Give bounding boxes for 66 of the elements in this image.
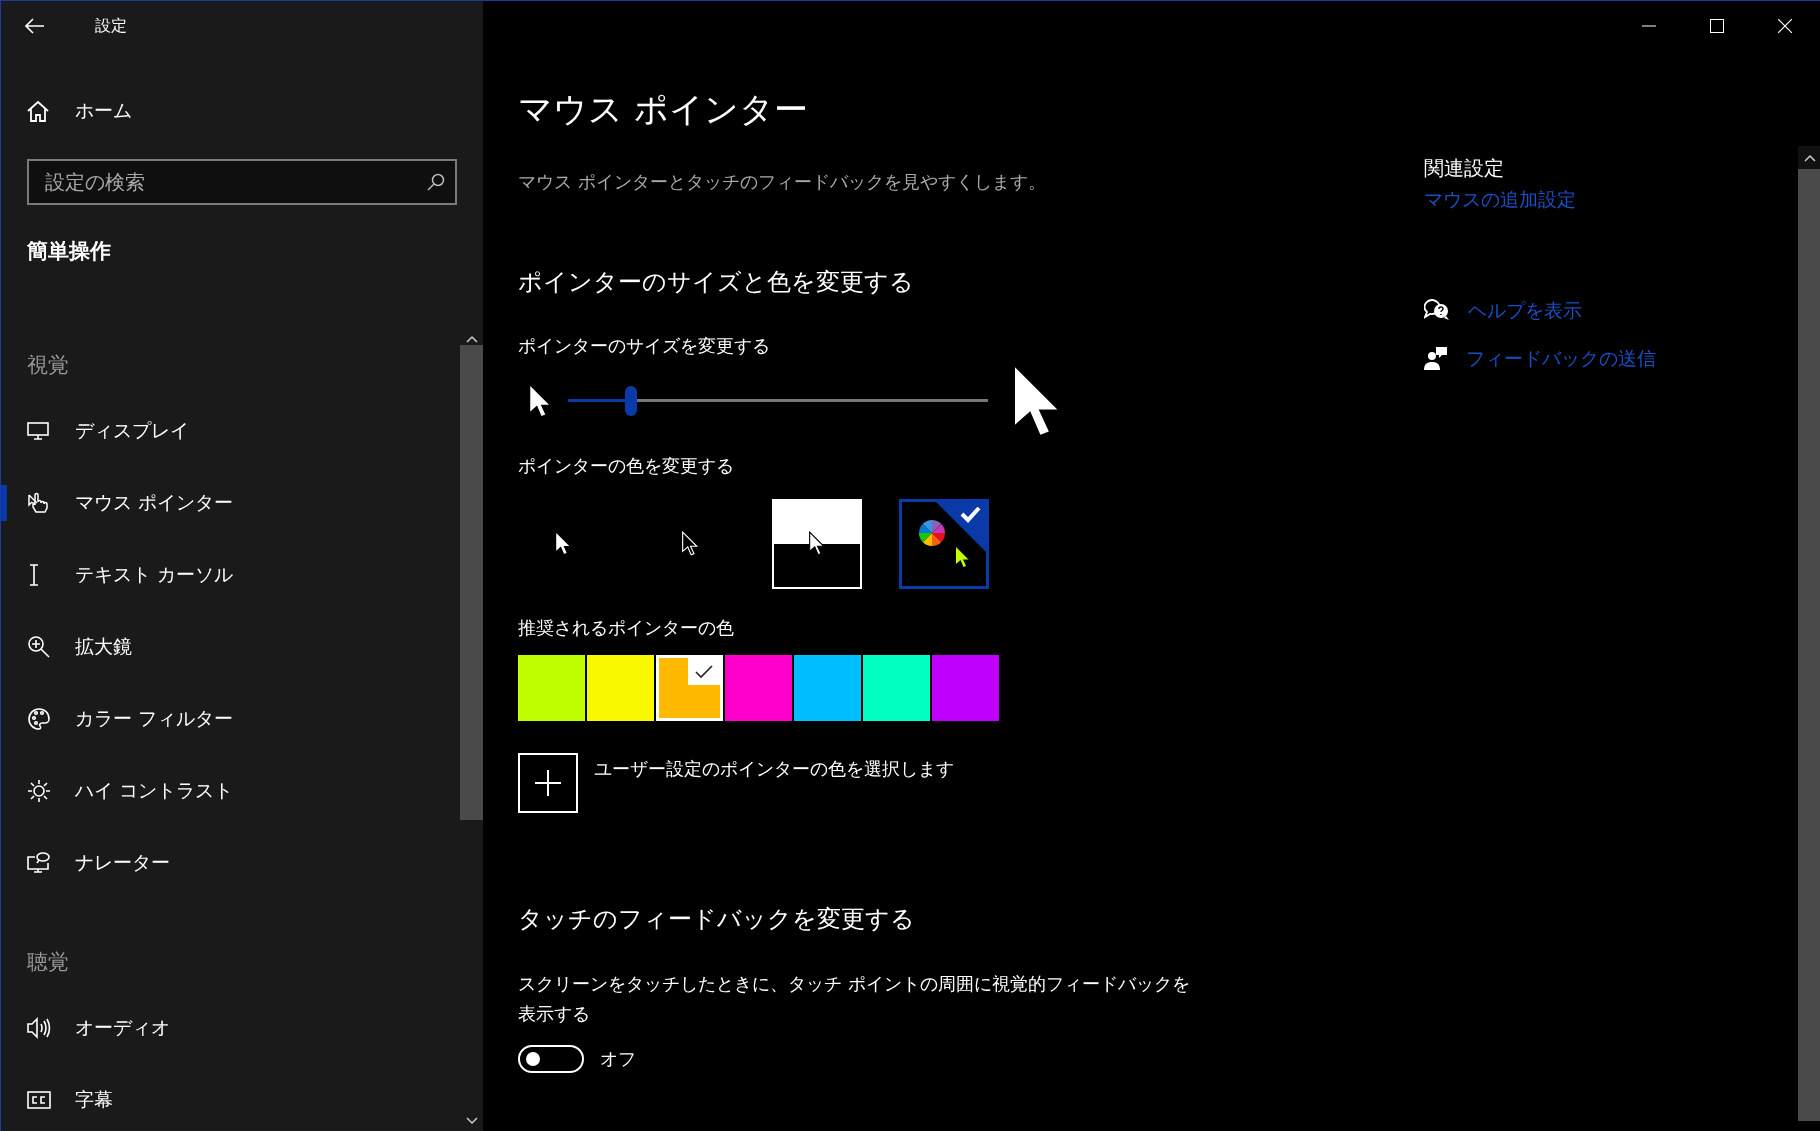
hand-pointer-icon xyxy=(27,491,51,515)
setting-description: スクリーンをタッチしたときに、タッチ ポイントの周囲に視覚的フィードバックを表示する xyxy=(518,972,1191,1026)
color-swatch[interactable] xyxy=(794,655,861,721)
related-heading: 関連設定 xyxy=(1424,155,1505,182)
pointer-icon xyxy=(808,531,826,557)
option-label: ポインターの色を変更する xyxy=(518,454,735,478)
color-swatch[interactable] xyxy=(725,655,792,721)
section-heading: ポインターのサイズと色を変更する xyxy=(518,267,915,298)
nav-item[interactable]: ハイ コントラスト xyxy=(1,755,460,827)
maximize-icon[interactable] xyxy=(1710,19,1724,33)
section-heading: タッチのフィードバックを変更する xyxy=(518,904,916,935)
closed-captions-icon xyxy=(27,1091,51,1109)
color-swatch[interactable] xyxy=(656,655,723,721)
palette-icon xyxy=(27,707,51,731)
color-swatch[interactable] xyxy=(863,655,930,721)
home-nav-item[interactable]: ホーム xyxy=(1,87,483,135)
plus-icon xyxy=(535,770,561,796)
nav-item[interactable]: ナレーター xyxy=(1,827,460,899)
nav-item[interactable]: 拡大鏡 xyxy=(1,611,460,683)
section-heading: 聴覚 xyxy=(26,949,70,976)
color-wheel-pointer-icon xyxy=(918,519,970,569)
large-pointer-icon xyxy=(1015,367,1059,435)
scroll-up-icon[interactable] xyxy=(1803,153,1816,162)
narrator-icon xyxy=(27,851,51,875)
color-swatch[interactable] xyxy=(518,655,585,721)
nav-item[interactable]: テキスト カーソル xyxy=(1,539,460,611)
small-pointer-icon xyxy=(530,386,550,416)
pointer-icon xyxy=(555,532,571,556)
color-swatch[interactable] xyxy=(587,655,654,721)
outlined-pointer-icon xyxy=(681,531,699,557)
back-arrow-icon[interactable] xyxy=(25,18,45,34)
magnifier-icon xyxy=(27,635,51,659)
section-heading: 視覚 xyxy=(26,352,70,379)
add-color-button[interactable] xyxy=(518,753,578,813)
nav-item[interactable]: ディスプレイ xyxy=(1,395,460,467)
scroll-up-icon[interactable] xyxy=(465,335,478,343)
home-icon xyxy=(27,100,49,122)
nav-item[interactable]: オーディオ xyxy=(1,992,460,1064)
color-swatch[interactable] xyxy=(932,655,999,721)
chat-help-icon xyxy=(1424,298,1450,322)
speaker-icon xyxy=(27,1017,51,1039)
slider-label: ポインターのサイズを変更する xyxy=(518,334,771,358)
search-icon xyxy=(427,173,445,191)
person-feedback-icon xyxy=(1424,346,1448,370)
category-title: 簡単操作 xyxy=(27,238,112,265)
scroll-down-icon[interactable] xyxy=(465,1117,478,1125)
text-cursor-icon xyxy=(27,564,41,586)
scrollbar-thumb[interactable] xyxy=(1798,169,1820,1121)
nav-item[interactable]: カラー フィルター xyxy=(1,683,460,755)
page-description: マウス ポインターとタッチのフィードバックを見やすくします。 xyxy=(518,171,1047,194)
page-title: マウス ポインター xyxy=(518,88,809,131)
sun-icon xyxy=(27,779,51,803)
minimize-icon[interactable] xyxy=(1642,25,1656,27)
swatches-label: 推奨されるポインターの色 xyxy=(518,616,735,640)
custom-color-label: ユーザー設定のポインターの色を選択します xyxy=(594,757,954,781)
toggle-switch[interactable] xyxy=(518,1045,584,1073)
scrollbar-thumb[interactable] xyxy=(460,345,483,820)
search-field[interactable]: 設定の検索 xyxy=(27,159,457,205)
pointer-color-option[interactable] xyxy=(899,499,989,589)
toggle-state-label: オフ xyxy=(600,1047,636,1071)
checkmark-corner-icon xyxy=(936,502,986,552)
monitor-icon xyxy=(27,421,49,441)
nav-item[interactable]: 字幕 xyxy=(1,1064,460,1131)
window-title: 設定 xyxy=(95,15,127,37)
close-icon[interactable] xyxy=(1778,19,1792,33)
nav-item[interactable]: マウス ポインター xyxy=(1,467,460,539)
